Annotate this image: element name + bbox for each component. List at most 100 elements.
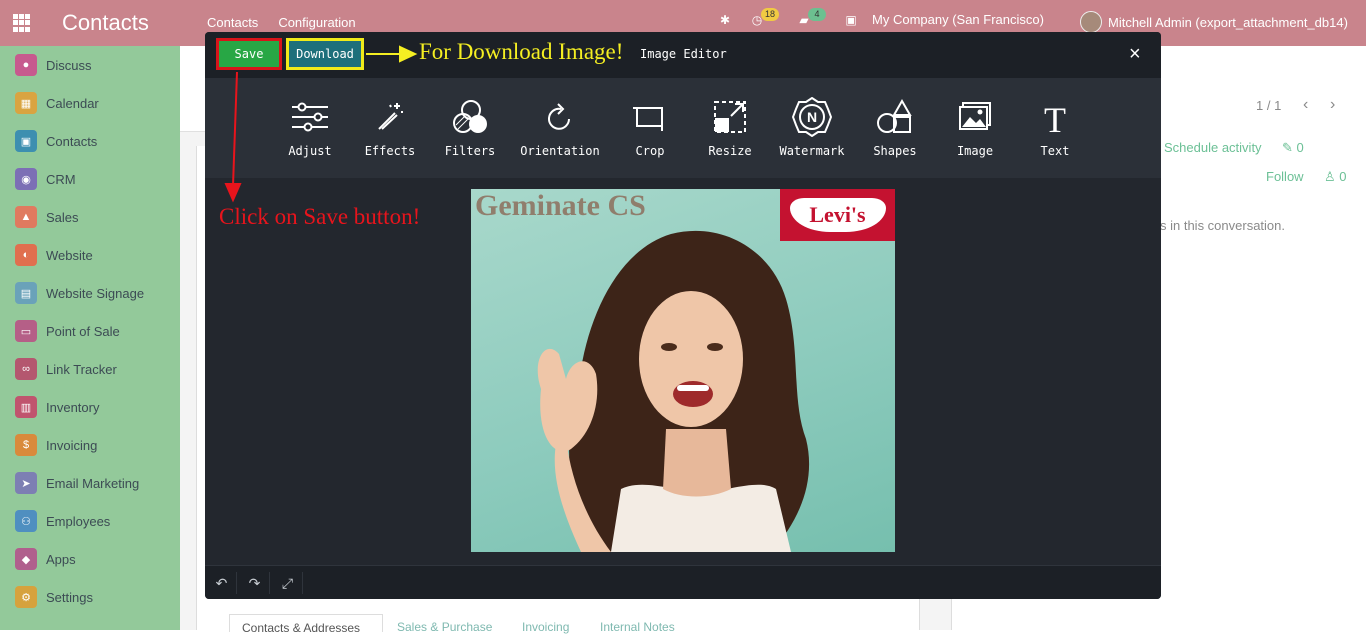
tool-resize[interactable]: Resize	[685, 98, 775, 158]
tab-sales-purchase[interactable]: Sales & Purchase	[397, 620, 492, 634]
download-button-label: Download	[296, 47, 354, 61]
sidebar-item-link-tracker[interactable]: ∞ Link Tracker	[15, 358, 117, 380]
link-icon: ∞	[15, 358, 37, 380]
sidebar-item-label: Employees	[46, 513, 111, 529]
tool-crop[interactable]: Crop	[605, 98, 695, 158]
svg-text:T: T	[1044, 100, 1066, 134]
signage-icon: ▤	[15, 282, 37, 304]
save-button[interactable]: Save	[216, 38, 282, 70]
image-logo-text: Levi's	[789, 198, 886, 232]
menu-contacts[interactable]: Contacts	[207, 15, 258, 30]
sidebar-item-label: Apps	[46, 551, 76, 567]
tool-shapes[interactable]: Shapes	[850, 98, 940, 158]
tool-label: Text	[1040, 144, 1070, 158]
tool-label: Effects	[364, 144, 416, 158]
attachments-count[interactable]: ✎ 0	[1282, 140, 1304, 156]
follow-button[interactable]: Follow	[1266, 169, 1304, 184]
sidebar-item-website[interactable]: ◐ Website	[15, 244, 93, 266]
sidebar-item-calendar[interactable]: ▦ Calendar	[15, 92, 99, 114]
watermark-icon: N	[792, 97, 832, 137]
shapes-icon	[877, 99, 912, 133]
editor-footer: ↶ ↷ ⤢	[205, 565, 1161, 599]
sidebar-item-label: Website Signage	[46, 285, 145, 301]
sidebar-item-sales[interactable]: ▲ Sales	[15, 206, 79, 228]
bug-icon[interactable]: ✱	[718, 13, 732, 27]
tool-label: Watermark	[779, 144, 845, 158]
tool-text[interactable]: T Text	[1010, 98, 1100, 158]
company-switcher[interactable]: My Company (San Francisco)	[872, 12, 1044, 27]
sidebar-item-inventory[interactable]: ▥ Inventory	[15, 396, 99, 418]
image-icon	[959, 102, 991, 130]
schedule-activity-link[interactable]: Schedule activity	[1164, 140, 1262, 155]
pos-icon: ▭	[15, 320, 37, 342]
close-icon[interactable]: ×	[1129, 44, 1141, 64]
image-logo: Levi's	[780, 189, 895, 241]
sidebar-item-label: Link Tracker	[46, 361, 117, 377]
sidebar-item-label: Point of Sale	[46, 323, 120, 339]
image-watermark-text: Geminate CS	[475, 189, 646, 222]
tool-orientation[interactable]: Orientation	[515, 98, 605, 158]
fullscreen-icon[interactable]: ⤢	[273, 572, 303, 594]
sidebar-item-apps[interactable]: ◆ Apps	[15, 548, 76, 570]
attachments-count-value: 0	[1296, 140, 1304, 155]
calendar-icon: ▦	[15, 92, 37, 114]
email-marketing-icon: ➤	[15, 472, 37, 494]
tool-adjust[interactable]: Adjust	[265, 98, 355, 158]
editor-canvas[interactable]: Geminate CS Levi's	[205, 178, 1161, 565]
undo-icon[interactable]: ↶	[207, 572, 237, 594]
apps-icon: ◆	[15, 548, 37, 570]
sidebar-item-crm[interactable]: ◉ CRM	[15, 168, 76, 190]
sidebar-item-invoicing[interactable]: $ Invoicing	[15, 434, 97, 456]
sidebar-item-label: Inventory	[46, 399, 100, 415]
woman-photo	[537, 230, 809, 552]
pager-next-icon[interactable]: ›	[1330, 96, 1335, 114]
person-icon: ♙	[1324, 169, 1336, 184]
svg-text:N: N	[807, 109, 817, 125]
sidebar-item-settings[interactable]: ⚙ Settings	[15, 586, 93, 608]
user-avatar[interactable]	[1080, 11, 1102, 33]
save-button-label: Save	[234, 47, 264, 61]
modal-title: Image Editor	[640, 47, 727, 61]
tab-internal-notes[interactable]: Internal Notes	[600, 620, 675, 634]
pager-prev-icon[interactable]: ‹	[1303, 96, 1308, 114]
crm-icon: ◉	[15, 168, 37, 190]
tool-effects[interactable]: Effects	[345, 98, 435, 158]
edited-image[interactable]: Geminate CS Levi's	[471, 189, 895, 552]
tool-label: Resize	[708, 144, 752, 158]
sidebar-item-contacts[interactable]: ▣ Contacts	[15, 130, 97, 152]
image-editor-modal: Save Download Image Editor × Adjust Effe…	[205, 32, 1161, 599]
download-hint: For Download Image!	[419, 39, 624, 64]
pager: 1 / 1	[1256, 98, 1282, 113]
sidebar-item-label: Invoicing	[46, 437, 98, 453]
tool-image[interactable]: Image	[930, 98, 1020, 158]
followers-count[interactable]: ♙ 0	[1324, 169, 1347, 185]
menu-configuration[interactable]: Configuration	[278, 15, 355, 30]
sidebar-item-employees[interactable]: ⚇ Employees	[15, 510, 110, 532]
sidebar-item-label: Website	[46, 247, 93, 263]
systray: ✱ ◷ 18 ▰ 4 ▣ My Company (San Francisco)	[718, 8, 1044, 27]
effects-icon	[378, 103, 403, 130]
tool-label: Crop	[635, 144, 665, 158]
sidebar-item-label: Email Marketing	[46, 475, 140, 491]
sidebar-item-website-signage[interactable]: ▤ Website Signage	[15, 282, 144, 304]
tool-label: Shapes	[873, 144, 917, 158]
sidebar-item-point-of-sale[interactable]: ▭ Point of Sale	[15, 320, 120, 342]
modal-header: Save Download Image Editor ×	[205, 32, 1161, 78]
download-button[interactable]: Download	[286, 38, 364, 70]
sales-icon: ▲	[15, 206, 37, 228]
app-grid-icon[interactable]	[13, 14, 31, 32]
user-menu[interactable]: Mitchell Admin (export_attachment_db14)	[1108, 15, 1348, 30]
tool-filters[interactable]: Filters	[425, 98, 515, 158]
crop-icon	[633, 107, 663, 131]
sidebar-item-discuss[interactable]: ● Discuss	[15, 54, 92, 76]
tab-invoicing[interactable]: Invoicing	[522, 620, 569, 634]
save-hint: Click on Save button!	[219, 204, 421, 229]
tool-watermark[interactable]: N Watermark	[767, 97, 857, 158]
conversation-note: s in this conversation.	[1160, 218, 1286, 233]
gift-icon[interactable]: ▣	[844, 13, 858, 27]
resize-icon	[714, 101, 746, 133]
tab-contacts-addresses[interactable]: Contacts & Addresses	[229, 614, 383, 635]
inventory-icon: ▥	[15, 396, 37, 418]
redo-icon[interactable]: ↷	[240, 572, 270, 594]
sidebar-item-email-marketing[interactable]: ➤ Email Marketing	[15, 472, 139, 494]
